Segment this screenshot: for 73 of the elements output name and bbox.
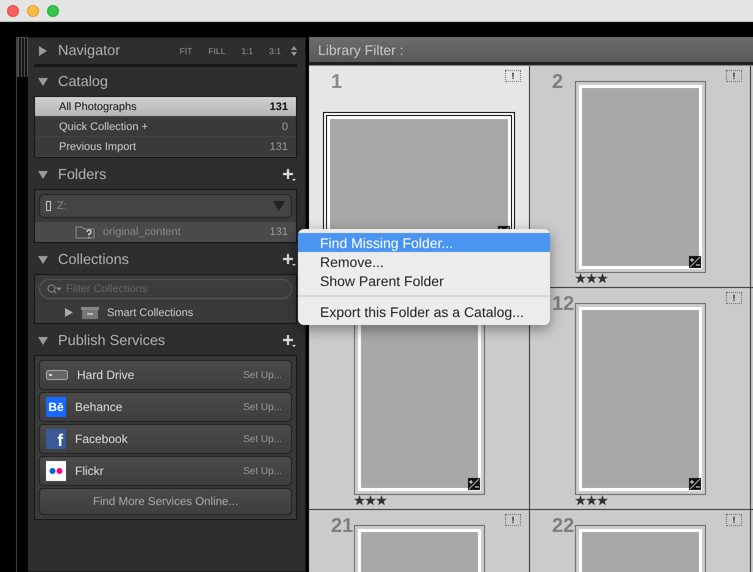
logo-icon: f bbox=[46, 429, 66, 449]
cell-number: 1 bbox=[331, 72, 342, 92]
grid-cell[interactable]: 2 ! bbox=[530, 66, 750, 287]
zoom-option[interactable]: FIT bbox=[180, 46, 192, 56]
zoom-option[interactable]: 1:1 bbox=[241, 46, 254, 56]
find-more-services-button[interactable]: Find More Services Online... bbox=[39, 488, 292, 515]
star-icon bbox=[586, 495, 597, 506]
section-title: Publish Services bbox=[58, 332, 166, 348]
section-title: Collections bbox=[58, 252, 130, 268]
add-icon[interactable] bbox=[283, 252, 297, 266]
grid-cell[interactable]: 21 ! bbox=[309, 510, 529, 572]
logo-icon: Bē bbox=[46, 397, 66, 417]
publish-service-button[interactable]: f Facebook Set Up... bbox=[39, 424, 292, 454]
disclosure-triangle-icon[interactable] bbox=[65, 308, 73, 317]
thumbnail-frame[interactable] bbox=[574, 81, 706, 273]
warning-badge: ! bbox=[726, 292, 742, 304]
close-button[interactable] bbox=[7, 4, 19, 16]
drive-icon bbox=[46, 201, 51, 211]
star-icon bbox=[354, 495, 365, 506]
disclosure-triangle-icon[interactable] bbox=[38, 76, 48, 86]
add-icon[interactable] bbox=[283, 168, 297, 182]
catalog-item[interactable]: All Photographs 131 bbox=[35, 97, 296, 117]
zoom-option[interactable]: 3:1 bbox=[269, 46, 281, 56]
stepper-icon[interactable] bbox=[291, 46, 297, 56]
thumbnail-frame[interactable] bbox=[574, 303, 706, 495]
disclosure-triangle-icon[interactable] bbox=[38, 46, 48, 56]
cell-number: 22 bbox=[552, 516, 574, 536]
cell-number: 12 bbox=[552, 294, 574, 314]
warning-badge: ! bbox=[726, 70, 742, 82]
two-dots-logo-icon bbox=[46, 461, 66, 481]
star-rating[interactable] bbox=[575, 273, 608, 284]
star-icon bbox=[575, 495, 586, 506]
hard-drive-icon bbox=[46, 370, 68, 380]
storage-box-icon bbox=[81, 306, 99, 318]
star-icon bbox=[586, 273, 597, 284]
section-title: Navigator bbox=[58, 43, 122, 59]
disclosure-triangle-icon[interactable] bbox=[38, 254, 48, 264]
warning-badge: ! bbox=[726, 514, 742, 526]
search-icon bbox=[47, 284, 61, 294]
publish-service-button[interactable]: Flickr Set Up... bbox=[39, 456, 292, 486]
grid-cell[interactable]: 12 ! bbox=[530, 288, 750, 509]
section-header[interactable]: Catalog bbox=[34, 67, 297, 96]
star-icon bbox=[575, 273, 586, 284]
missing-folder-icon bbox=[75, 225, 97, 239]
star-rating[interactable] bbox=[354, 495, 387, 506]
star-icon bbox=[376, 495, 387, 506]
cell-number: 2 bbox=[552, 72, 564, 92]
filter-label: Library Filter : bbox=[318, 42, 404, 58]
grid-cell[interactable]: 22 ! bbox=[530, 510, 750, 572]
section-title: Folders bbox=[58, 166, 108, 182]
dropdown-triangle-icon bbox=[273, 201, 285, 211]
section-header[interactable]: Navigator FIT FILL 1:1 3:1 bbox=[34, 38, 297, 67]
warning-badge: ! bbox=[505, 70, 521, 82]
panel-gripper[interactable] bbox=[17, 37, 29, 77]
disclosure-triangle-icon[interactable] bbox=[38, 336, 48, 346]
catalog-item[interactable]: Quick Collection + 0 bbox=[35, 117, 296, 137]
disclosure-triangle-icon[interactable] bbox=[38, 170, 48, 180]
section-title: Catalog bbox=[58, 74, 109, 90]
publish-service-button[interactable]: Hard Drive Set Up... bbox=[39, 360, 292, 390]
section-header[interactable]: Collections bbox=[34, 245, 297, 274]
star-icon bbox=[597, 495, 608, 506]
star-icon bbox=[597, 273, 608, 284]
catalog-item[interactable]: Previous Import 131 bbox=[35, 137, 296, 157]
publish-service-button[interactable]: Bē Behance Set Up... bbox=[39, 392, 292, 422]
zoom-option[interactable]: FILL bbox=[208, 46, 226, 56]
section-header[interactable]: Publish Services bbox=[34, 326, 297, 355]
star-icon bbox=[365, 495, 376, 506]
warning-badge: ! bbox=[505, 514, 521, 526]
section-header[interactable]: Folders bbox=[34, 160, 297, 189]
collection-set-item[interactable]: Smart Collections bbox=[35, 301, 296, 323]
star-rating[interactable] bbox=[575, 495, 608, 506]
cell-number: 21 bbox=[331, 516, 354, 536]
add-icon[interactable] bbox=[283, 334, 297, 348]
